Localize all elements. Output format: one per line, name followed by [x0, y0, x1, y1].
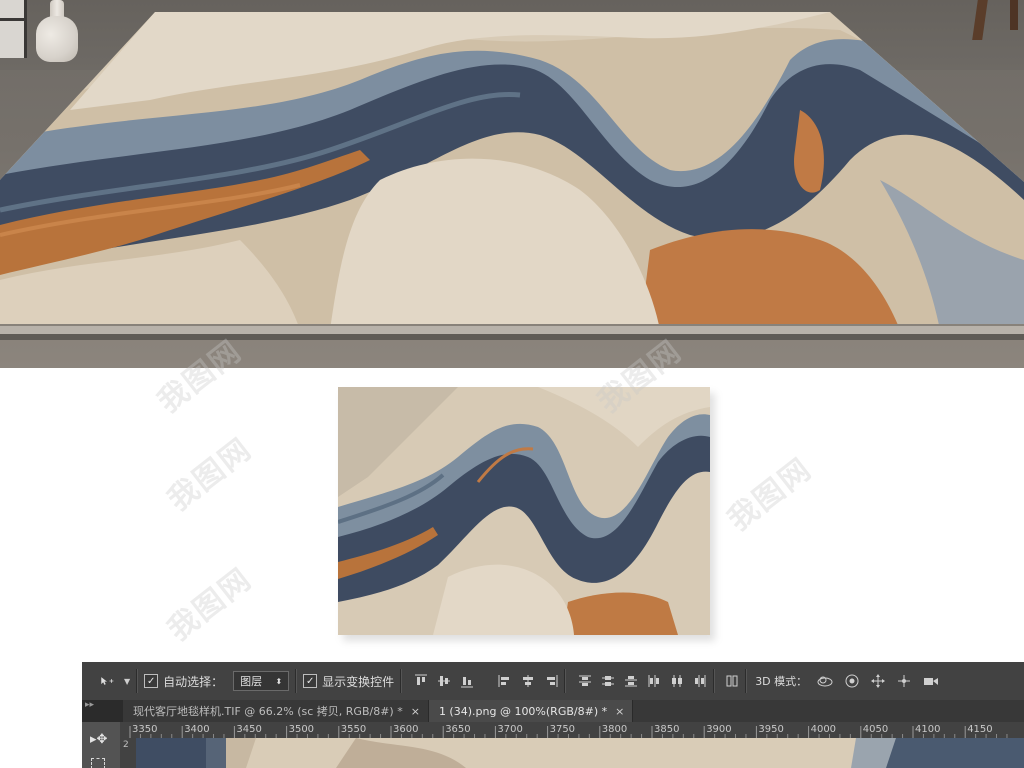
video-camera-icon[interactable]	[923, 674, 939, 688]
ruler-tick-label: 3650	[445, 724, 470, 735]
tab-document-tif[interactable]: 现代客厅地毯样机.TIF @ 66.2% (sc 拷贝, RGB/8#) * ×	[123, 700, 429, 722]
document-tabs: ▸▸ 现代客厅地毯样机.TIF @ 66.2% (sc 拷贝, RGB/8#) …	[82, 700, 1024, 722]
show-transform-label: 显示变换控件	[322, 674, 395, 689]
canvas-image	[136, 738, 1024, 768]
move-arrow-icon	[101, 677, 114, 685]
align-bottom-icon[interactable]	[460, 674, 474, 688]
close-icon[interactable]: ×	[411, 705, 420, 718]
close-icon[interactable]: ×	[615, 705, 624, 718]
divider	[713, 669, 716, 693]
3d-roll-icon[interactable]	[845, 674, 859, 688]
rug-pattern	[338, 387, 710, 635]
auto-select-option[interactable]: ✓ 自动选择： 图层 ⬍	[144, 671, 290, 691]
watermark: 我图网	[721, 451, 819, 539]
ruler-tick-label: 3850	[654, 724, 679, 735]
auto-select-checkbox[interactable]: ✓	[144, 674, 159, 688]
auto-select-dropdown[interactable]: 图层 ⬍	[233, 671, 290, 691]
panel-collapse-icon[interactable]: ▸▸	[82, 700, 123, 722]
divider	[136, 669, 139, 693]
3d-mode-buttons	[817, 674, 939, 688]
ruler-tick-label: 3600	[393, 724, 418, 735]
rug-perspective	[0, 12, 1024, 340]
auto-select-value: 图层	[240, 675, 263, 688]
watermark: 我图网	[161, 561, 259, 649]
align-hcenter-icon[interactable]	[521, 674, 535, 688]
distribute-hcenter-icon[interactable]	[670, 674, 684, 688]
3d-slide-icon[interactable]	[897, 674, 911, 688]
divider	[745, 669, 748, 693]
preview-orange-bottom	[563, 592, 678, 635]
tab-label: 现代客厅地毯样机.TIF @ 66.2% (sc 拷贝, RGB/8#) *	[133, 705, 403, 718]
align-left-icon[interactable]	[498, 674, 512, 688]
distribute-buttons	[578, 674, 707, 688]
ruler-tick-label: 4150	[967, 724, 992, 735]
distribute-top-icon[interactable]	[578, 674, 592, 688]
horizontal-ruler: 3350 3400 3450 3500 3550 3600 3650 3700 3750 3800…	[120, 722, 1024, 739]
ruler-tick-label: 3700	[497, 724, 522, 735]
distribute-left-icon[interactable]	[647, 674, 661, 688]
ruler-tick-label: 3400	[184, 724, 209, 735]
tab-document-png[interactable]: 1 (34).png @ 100%(RGB/8#) * ×	[428, 700, 634, 722]
tools-panel: ▸✥	[82, 722, 121, 768]
chevron-down-icon: ▼	[124, 676, 131, 686]
ruler-tick-label: 3350	[132, 724, 157, 735]
ruler-tick-label: 3500	[289, 724, 314, 735]
ruler-tick-label: 4050	[863, 724, 888, 735]
distribute-vcenter-icon[interactable]	[601, 674, 615, 688]
canvas-area[interactable]	[136, 738, 1024, 768]
align-top-icon[interactable]	[414, 674, 428, 688]
ruler-tick-label: 3800	[602, 724, 627, 735]
align-vcenter-icon[interactable]	[437, 674, 451, 688]
vruler-label: 2	[123, 740, 129, 750]
3d-orbit-icon[interactable]	[817, 674, 833, 688]
ruler-tick-label: 4000	[811, 724, 836, 735]
3d-pan-icon[interactable]	[871, 674, 886, 688]
photoshop-window: ▼ ✓ 自动选择： 图层 ⬍ ✓ 显示变换控件 3D 模式： ▸▸ 现代客厅地毯…	[82, 662, 1024, 768]
move-tool-preset[interactable]: ▼	[100, 674, 130, 688]
divider	[564, 669, 567, 693]
distribute-right-icon[interactable]	[693, 674, 707, 688]
marquee-tool-icon[interactable]	[91, 758, 105, 768]
show-transform-option[interactable]: ✓ 显示变换控件	[303, 673, 394, 690]
show-transform-checkbox[interactable]: ✓	[303, 674, 318, 688]
options-bar: ▼ ✓ 自动选择： 图层 ⬍ ✓ 显示变换控件 3D 模式：	[82, 662, 1024, 701]
ruler-tick-label: 3900	[706, 724, 731, 735]
ruler-ticks: 3350 3400 3450 3500 3550 3600 3650 3700 3750 3800…	[129, 724, 1008, 738]
ruler-tick-label: 4100	[915, 724, 940, 735]
updown-icon: ⬍	[275, 676, 283, 686]
align-right-icon[interactable]	[544, 674, 558, 688]
watermark: 我图网	[161, 431, 259, 519]
ruler-tick-label: 3450	[236, 724, 261, 735]
rug-shadow	[0, 334, 1024, 340]
auto-align-icon[interactable]	[725, 674, 739, 688]
auto-select-label: 自动选择：	[163, 674, 224, 689]
room-scene	[0, 0, 1024, 368]
divider	[400, 669, 403, 693]
vertical-ruler: 2	[120, 738, 137, 768]
move-tool-icon[interactable]: ▸✥	[90, 732, 107, 747]
ruler-tick-label: 3950	[758, 724, 783, 735]
distribute-bottom-icon[interactable]	[624, 674, 638, 688]
align-buttons	[414, 674, 558, 688]
ruler-tick-label: 3750	[550, 724, 575, 735]
rug-preview	[338, 387, 710, 635]
divider	[295, 669, 298, 693]
ruler-tick-label: 3550	[341, 724, 366, 735]
mode-3d-label: 3D 模式：	[755, 675, 808, 688]
rug-edge	[0, 326, 1024, 334]
tab-label: 1 (34).png @ 100%(RGB/8#) *	[438, 704, 608, 718]
